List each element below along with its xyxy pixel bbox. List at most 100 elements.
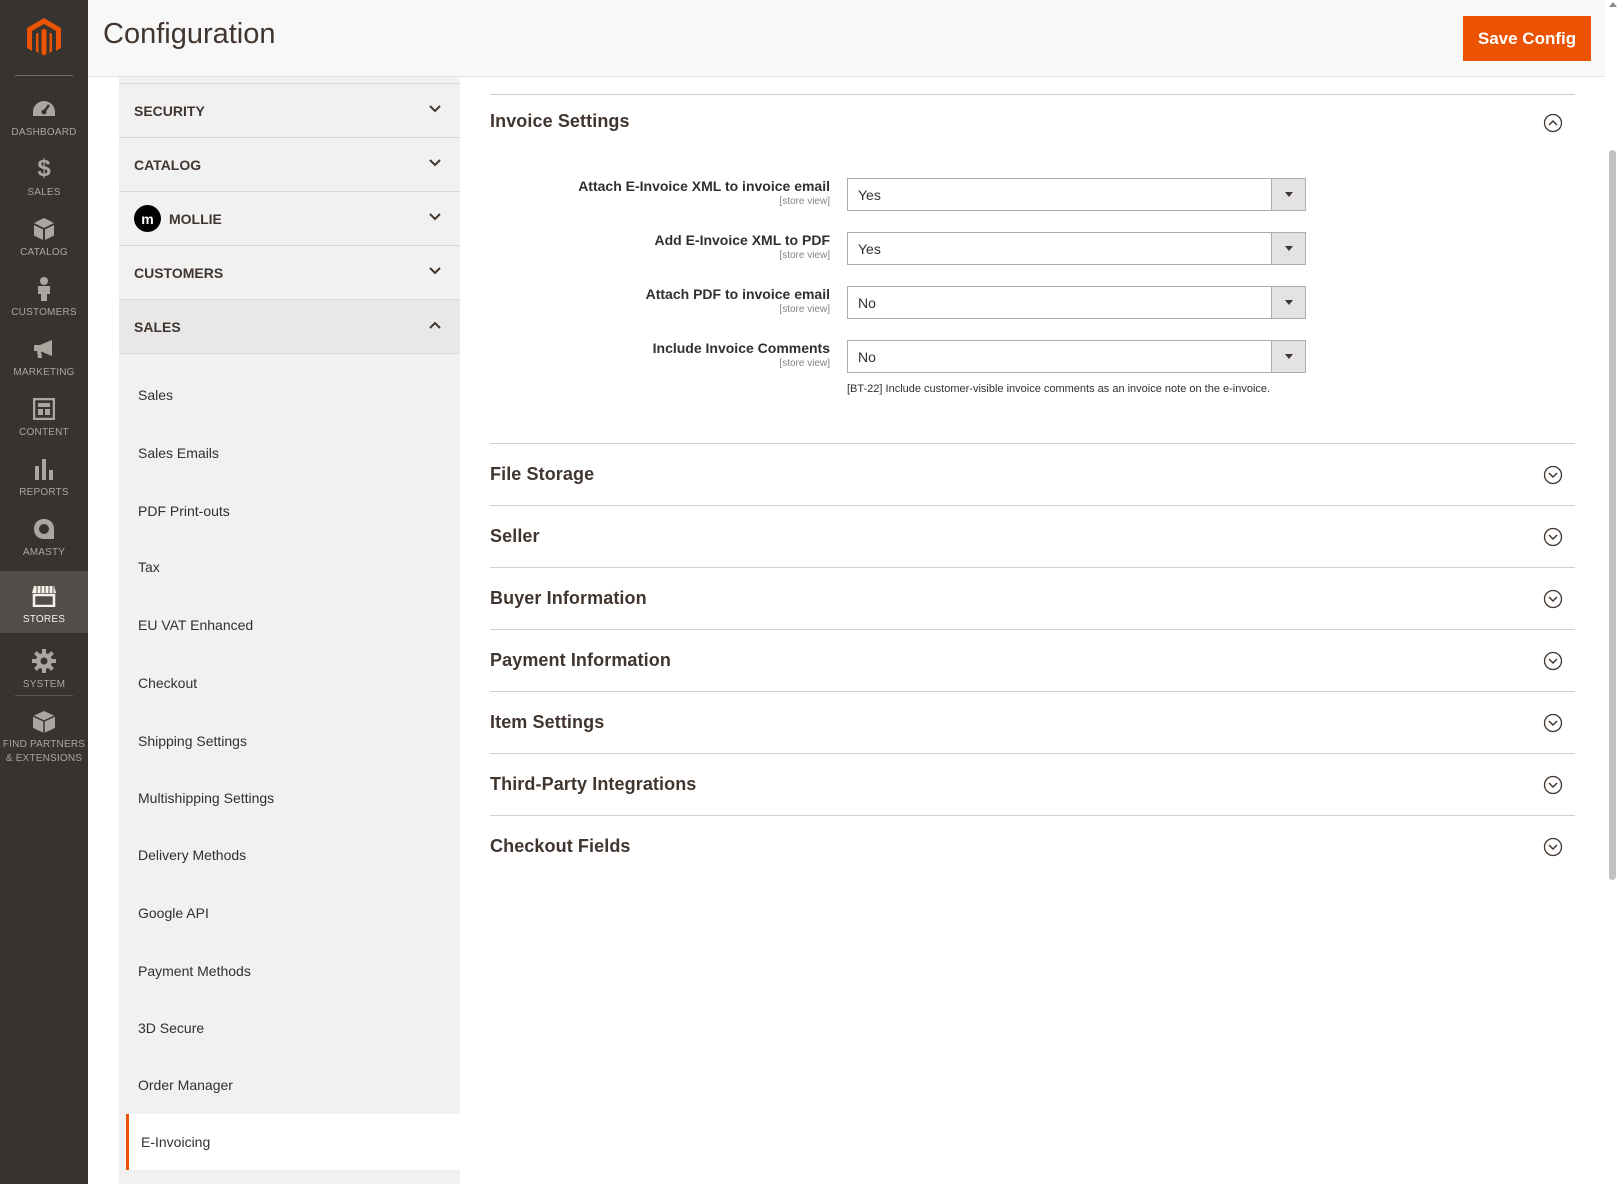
chevron-down-icon xyxy=(429,105,441,113)
select-value: No xyxy=(858,348,876,365)
scope-label: [store view] xyxy=(779,304,830,315)
save-config-button[interactable]: Save Config xyxy=(1463,16,1591,61)
nav-label: CATALOG xyxy=(20,247,68,258)
mollie-logo-icon: m xyxy=(134,205,161,232)
tab-label: SECURITY xyxy=(134,102,205,119)
megaphone-icon xyxy=(31,336,57,362)
chevron-down-icon xyxy=(429,159,441,167)
field-label-text: Attach E-Invoice XML to invoice email xyxy=(578,178,830,194)
person-icon xyxy=(31,276,57,302)
chevron-down-icon xyxy=(429,267,441,275)
sidebar-item-checkout[interactable]: Checkout xyxy=(119,655,460,711)
sidebar-item-3d-secure[interactable]: 3D Secure xyxy=(119,1000,460,1056)
magento-logo[interactable] xyxy=(0,0,88,76)
sidebar-item-delivery-methods[interactable]: Delivery Methods xyxy=(119,827,460,883)
section-checkout-fields[interactable]: Checkout Fields xyxy=(490,815,1575,877)
expand-down-icon xyxy=(1543,837,1563,857)
include-comments-select[interactable]: No xyxy=(847,340,1306,373)
attach-xml-select[interactable]: Yes xyxy=(847,178,1306,211)
nav-find-partners[interactable]: FIND PARTNERS & EXTENSIONS xyxy=(0,696,88,766)
nav-dashboard[interactable]: DASHBOARD xyxy=(0,82,88,144)
tab-label: CUSTOMERS xyxy=(134,264,224,281)
chevron-up-icon xyxy=(429,321,441,329)
section-file-storage[interactable]: File Storage xyxy=(490,443,1575,505)
dashboard-icon xyxy=(31,96,57,122)
select-value: Yes xyxy=(858,186,881,203)
partners-box-icon xyxy=(31,710,57,734)
section-title: Checkout Fields xyxy=(490,836,631,856)
layout-icon xyxy=(31,396,57,422)
sidebar-item-multishipping-settings[interactable]: Multishipping Settings xyxy=(119,770,460,826)
page-scrollbar[interactable] xyxy=(1605,0,1620,1184)
tab-catalog[interactable]: CATALOG xyxy=(119,137,460,191)
admin-menu: DASHBOARD $ SALES CATALOG CUSTOMERS MARK… xyxy=(0,0,88,1184)
section-third-party-integrations[interactable]: Third-Party Integrations xyxy=(490,753,1575,815)
nav-label: FIND PARTNERS & EXTENSIONS xyxy=(3,738,85,766)
section-item-settings[interactable]: Item Settings xyxy=(490,691,1575,753)
sidebar-item-sales[interactable]: Sales xyxy=(119,367,460,423)
section-title: Item Settings xyxy=(490,712,605,732)
sidebar-item-sales-emails[interactable]: Sales Emails xyxy=(119,425,460,481)
tab-label: CATALOG xyxy=(134,156,202,173)
nav-label: CONTENT xyxy=(19,427,69,438)
invoice-settings-header[interactable]: Invoice Settings xyxy=(490,95,1575,155)
nav-amasty[interactable]: AMASTY xyxy=(0,502,88,564)
field-label-text: Add E-Invoice XML to PDF xyxy=(654,232,830,248)
magento-logo-icon xyxy=(27,18,61,56)
sidebar-item-google-api[interactable]: Google API xyxy=(119,885,460,941)
tab-customers[interactable]: CUSTOMERS xyxy=(119,245,460,299)
nav-label: DASHBOARD xyxy=(11,127,77,138)
field-label-add-xml-pdf: Add E-Invoice XML to PDF [store view] xyxy=(490,232,830,261)
nav-reports[interactable]: REPORTS xyxy=(0,442,88,504)
expand-down-icon xyxy=(1543,713,1563,733)
nav-label: CUSTOMERS xyxy=(11,307,77,318)
field-label-attach-pdf: Attach PDF to invoice email [store view] xyxy=(490,286,830,315)
tab-label: SALES xyxy=(134,318,181,335)
scope-label: [store view] xyxy=(779,250,830,261)
select-value: No xyxy=(858,294,876,311)
nav-stores[interactable]: STORES xyxy=(0,571,88,633)
nav-marketing[interactable]: MARKETING xyxy=(0,322,88,384)
gear-icon xyxy=(31,648,57,674)
nav-catalog[interactable]: CATALOG xyxy=(0,202,88,264)
sidebar-item-tax[interactable]: Tax xyxy=(119,539,460,595)
collapse-up-icon xyxy=(1543,113,1563,133)
select-value: Yes xyxy=(858,240,881,257)
scope-label: [store view] xyxy=(779,196,830,207)
nav-sales[interactable]: $ SALES xyxy=(0,142,88,204)
dropdown-arrow-icon xyxy=(1271,233,1305,264)
config-tabs: SECURITY CATALOG m MOLLIE CUSTOMERS SALE… xyxy=(119,77,460,1184)
page-title: Configuration xyxy=(103,18,276,50)
add-xml-pdf-select[interactable]: Yes xyxy=(847,232,1306,265)
expand-down-icon xyxy=(1543,527,1563,547)
attach-pdf-select[interactable]: No xyxy=(847,286,1306,319)
section-seller[interactable]: Seller xyxy=(490,505,1575,567)
section-payment-information[interactable]: Payment Information xyxy=(490,629,1575,691)
sidebar-item-pdf-print-outs[interactable]: PDF Print-outs xyxy=(119,483,460,539)
sidebar-item-eu-vat-enhanced[interactable]: EU VAT Enhanced xyxy=(119,597,460,653)
tab-sales[interactable]: SALES xyxy=(119,299,460,353)
field-label-text: Attach PDF to invoice email xyxy=(645,286,830,302)
nav-label: STORES xyxy=(22,614,66,625)
dollar-icon: $ xyxy=(37,155,51,182)
sidebar-item-payment-methods[interactable]: Payment Methods xyxy=(119,943,460,999)
section-buyer-information[interactable]: Buyer Information xyxy=(490,567,1575,629)
scope-label: [store view] xyxy=(779,358,830,369)
nav-system[interactable]: SYSTEM xyxy=(0,634,88,696)
expand-down-icon xyxy=(1543,465,1563,485)
scroll-up-arrow-icon[interactable] xyxy=(1609,2,1617,7)
tab-divider xyxy=(119,353,460,354)
tab-security[interactable]: SECURITY xyxy=(119,83,460,137)
scrollbar-thumb[interactable] xyxy=(1609,150,1616,880)
nav-customers[interactable]: CUSTOMERS xyxy=(0,262,88,324)
nav-label: MARKETING xyxy=(13,367,75,378)
nav-content[interactable]: CONTENT xyxy=(0,382,88,444)
partners-line1: FIND PARTNERS xyxy=(2,739,86,750)
tab-label: MOLLIE xyxy=(169,210,222,227)
sidebar-item-shipping-settings[interactable]: Shipping Settings xyxy=(119,713,460,769)
sidebar-item-e-invoicing[interactable]: E-Invoicing xyxy=(126,1114,460,1170)
tab-mollie[interactable]: m MOLLIE xyxy=(119,191,460,245)
sidebar-item-order-manager[interactable]: Order Manager xyxy=(119,1057,460,1113)
field-label-attach-xml: Attach E-Invoice XML to invoice email [s… xyxy=(490,178,830,207)
dropdown-arrow-icon xyxy=(1271,287,1305,318)
